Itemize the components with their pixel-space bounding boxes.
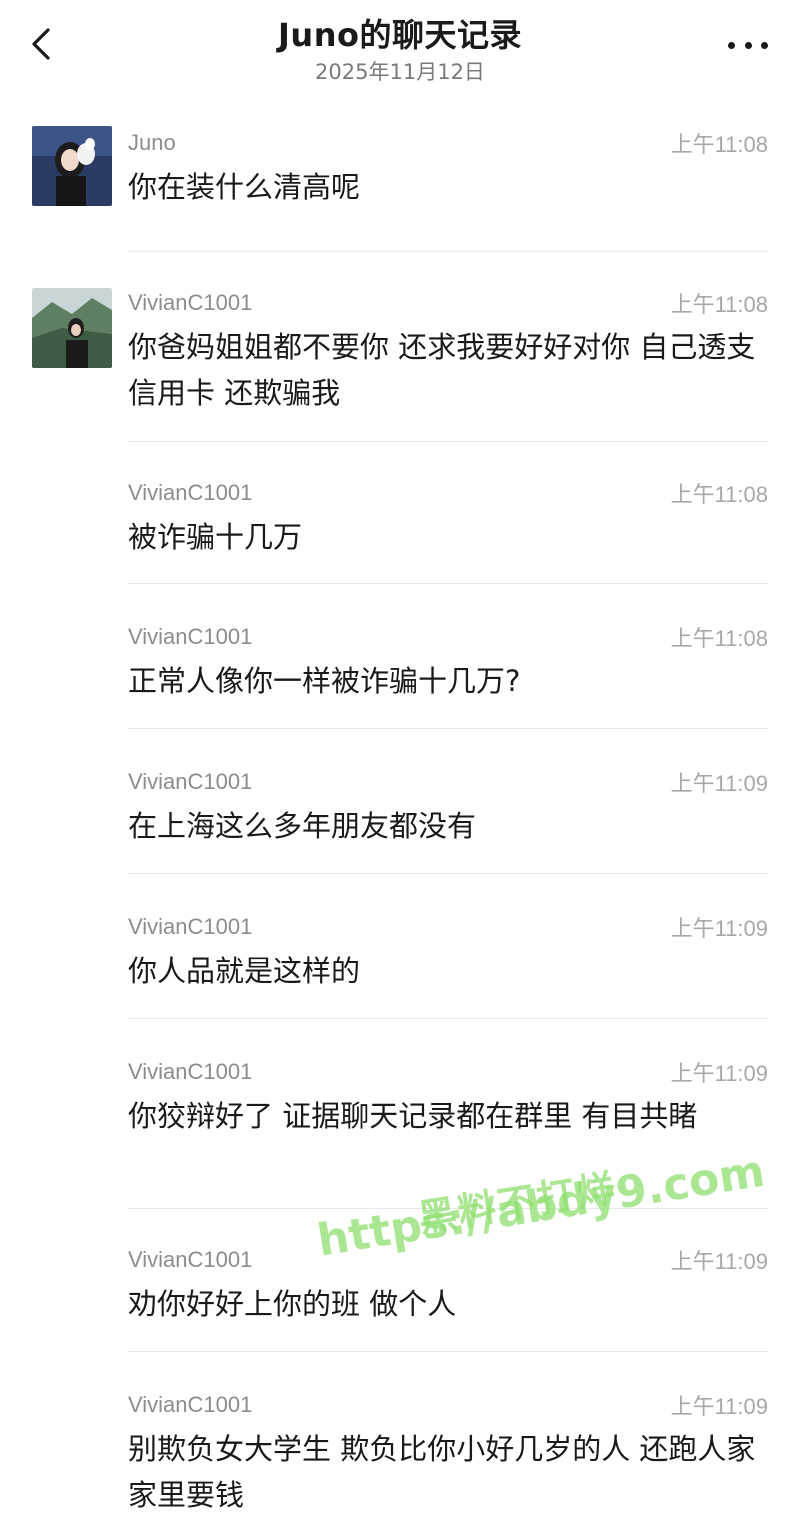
- message-text: 在上海这么多年朋友都没有: [128, 809, 477, 843]
- message-item[interactable]: VivianC1001 上午11:09 别欺负女大学生 欺负比你小好几岁的人 还…: [0, 1352, 800, 1523]
- message-time: 上午11:08: [670, 482, 768, 507]
- more-dots-icon: [728, 41, 735, 49]
- chat-header: Juno的聊天记录 2025年11月12日: [0, 0, 800, 110]
- more-button[interactable]: [728, 36, 768, 54]
- message-text: 你在装什么清高呢: [128, 170, 361, 204]
- message-time: 上午11:09: [670, 1394, 768, 1419]
- message-item[interactable]: VivianC1001 上午11:09 你人品就是这样的: [0, 874, 800, 1019]
- avatar-vivian-image: [32, 288, 112, 368]
- message-time: 上午11:08: [670, 132, 768, 157]
- page-date: 2025年11月12日: [315, 60, 485, 84]
- avatar-juno-image: [32, 126, 112, 206]
- message-time: 上午11:09: [670, 916, 768, 941]
- message-text: 别欺负女大学生 欺负比你小好几岁的人 还跑人家家里要钱: [128, 1432, 756, 1512]
- sender-name: VivianC1001: [128, 290, 253, 315]
- sender-name: VivianC1001: [128, 1247, 253, 1272]
- message-item[interactable]: VivianC1001 上午11:08 正常人像你一样被诈骗十几万?: [0, 584, 800, 729]
- sender-name: Juno: [128, 130, 176, 155]
- message-item[interactable]: VivianC1001 上午11:09 在上海这么多年朋友都没有: [0, 729, 800, 874]
- avatar[interactable]: [32, 126, 112, 206]
- message-text: 你狡辩好了 证据聊天记录都在群里 有目共睹: [128, 1099, 698, 1133]
- message-text: 你人品就是这样的: [128, 954, 361, 988]
- message-time: 上午11:09: [670, 771, 768, 796]
- message-item[interactable]: VivianC1001 上午11:09 劝你好好上你的班 做个人: [0, 1209, 800, 1352]
- message-time: 上午11:08: [670, 626, 768, 651]
- sender-name: VivianC1001: [128, 1392, 253, 1417]
- message-time: 上午11:09: [670, 1061, 768, 1086]
- sender-name: VivianC1001: [128, 1059, 253, 1084]
- message-text: 劝你好好上你的班 做个人: [128, 1287, 457, 1321]
- message-time: 上午11:09: [670, 1249, 768, 1274]
- message-item[interactable]: VivianC1001 上午11:08 你爸妈姐姐都不要你 还求我要好好对你 自…: [0, 252, 800, 442]
- message-item[interactable]: Juno 上午11:08 你在装什么清高呢: [0, 110, 800, 252]
- message-list: Juno 上午11:08 你在装什么清高呢 VivianC1001 上午11:0…: [0, 110, 800, 1523]
- message-text: 正常人像你一样被诈骗十几万?: [128, 664, 521, 698]
- sender-name: VivianC1001: [128, 914, 253, 939]
- message-item[interactable]: VivianC1001 上午11:09 你狡辩好了 证据聊天记录都在群里 有目共…: [0, 1019, 800, 1209]
- message-item[interactable]: VivianC1001 上午11:08 被诈骗十几万: [0, 442, 800, 584]
- message-text: 你爸妈姐姐都不要你 还求我要好好对你 自己透支信用卡 还欺骗我: [128, 330, 756, 410]
- avatar[interactable]: [32, 288, 112, 368]
- sender-name: VivianC1001: [128, 769, 253, 794]
- sender-name: VivianC1001: [128, 480, 253, 505]
- message-text: 被诈骗十几万: [128, 520, 303, 554]
- page-title: Juno的聊天记录: [278, 16, 522, 54]
- sender-name: VivianC1001: [128, 624, 253, 649]
- message-time: 上午11:08: [670, 292, 768, 317]
